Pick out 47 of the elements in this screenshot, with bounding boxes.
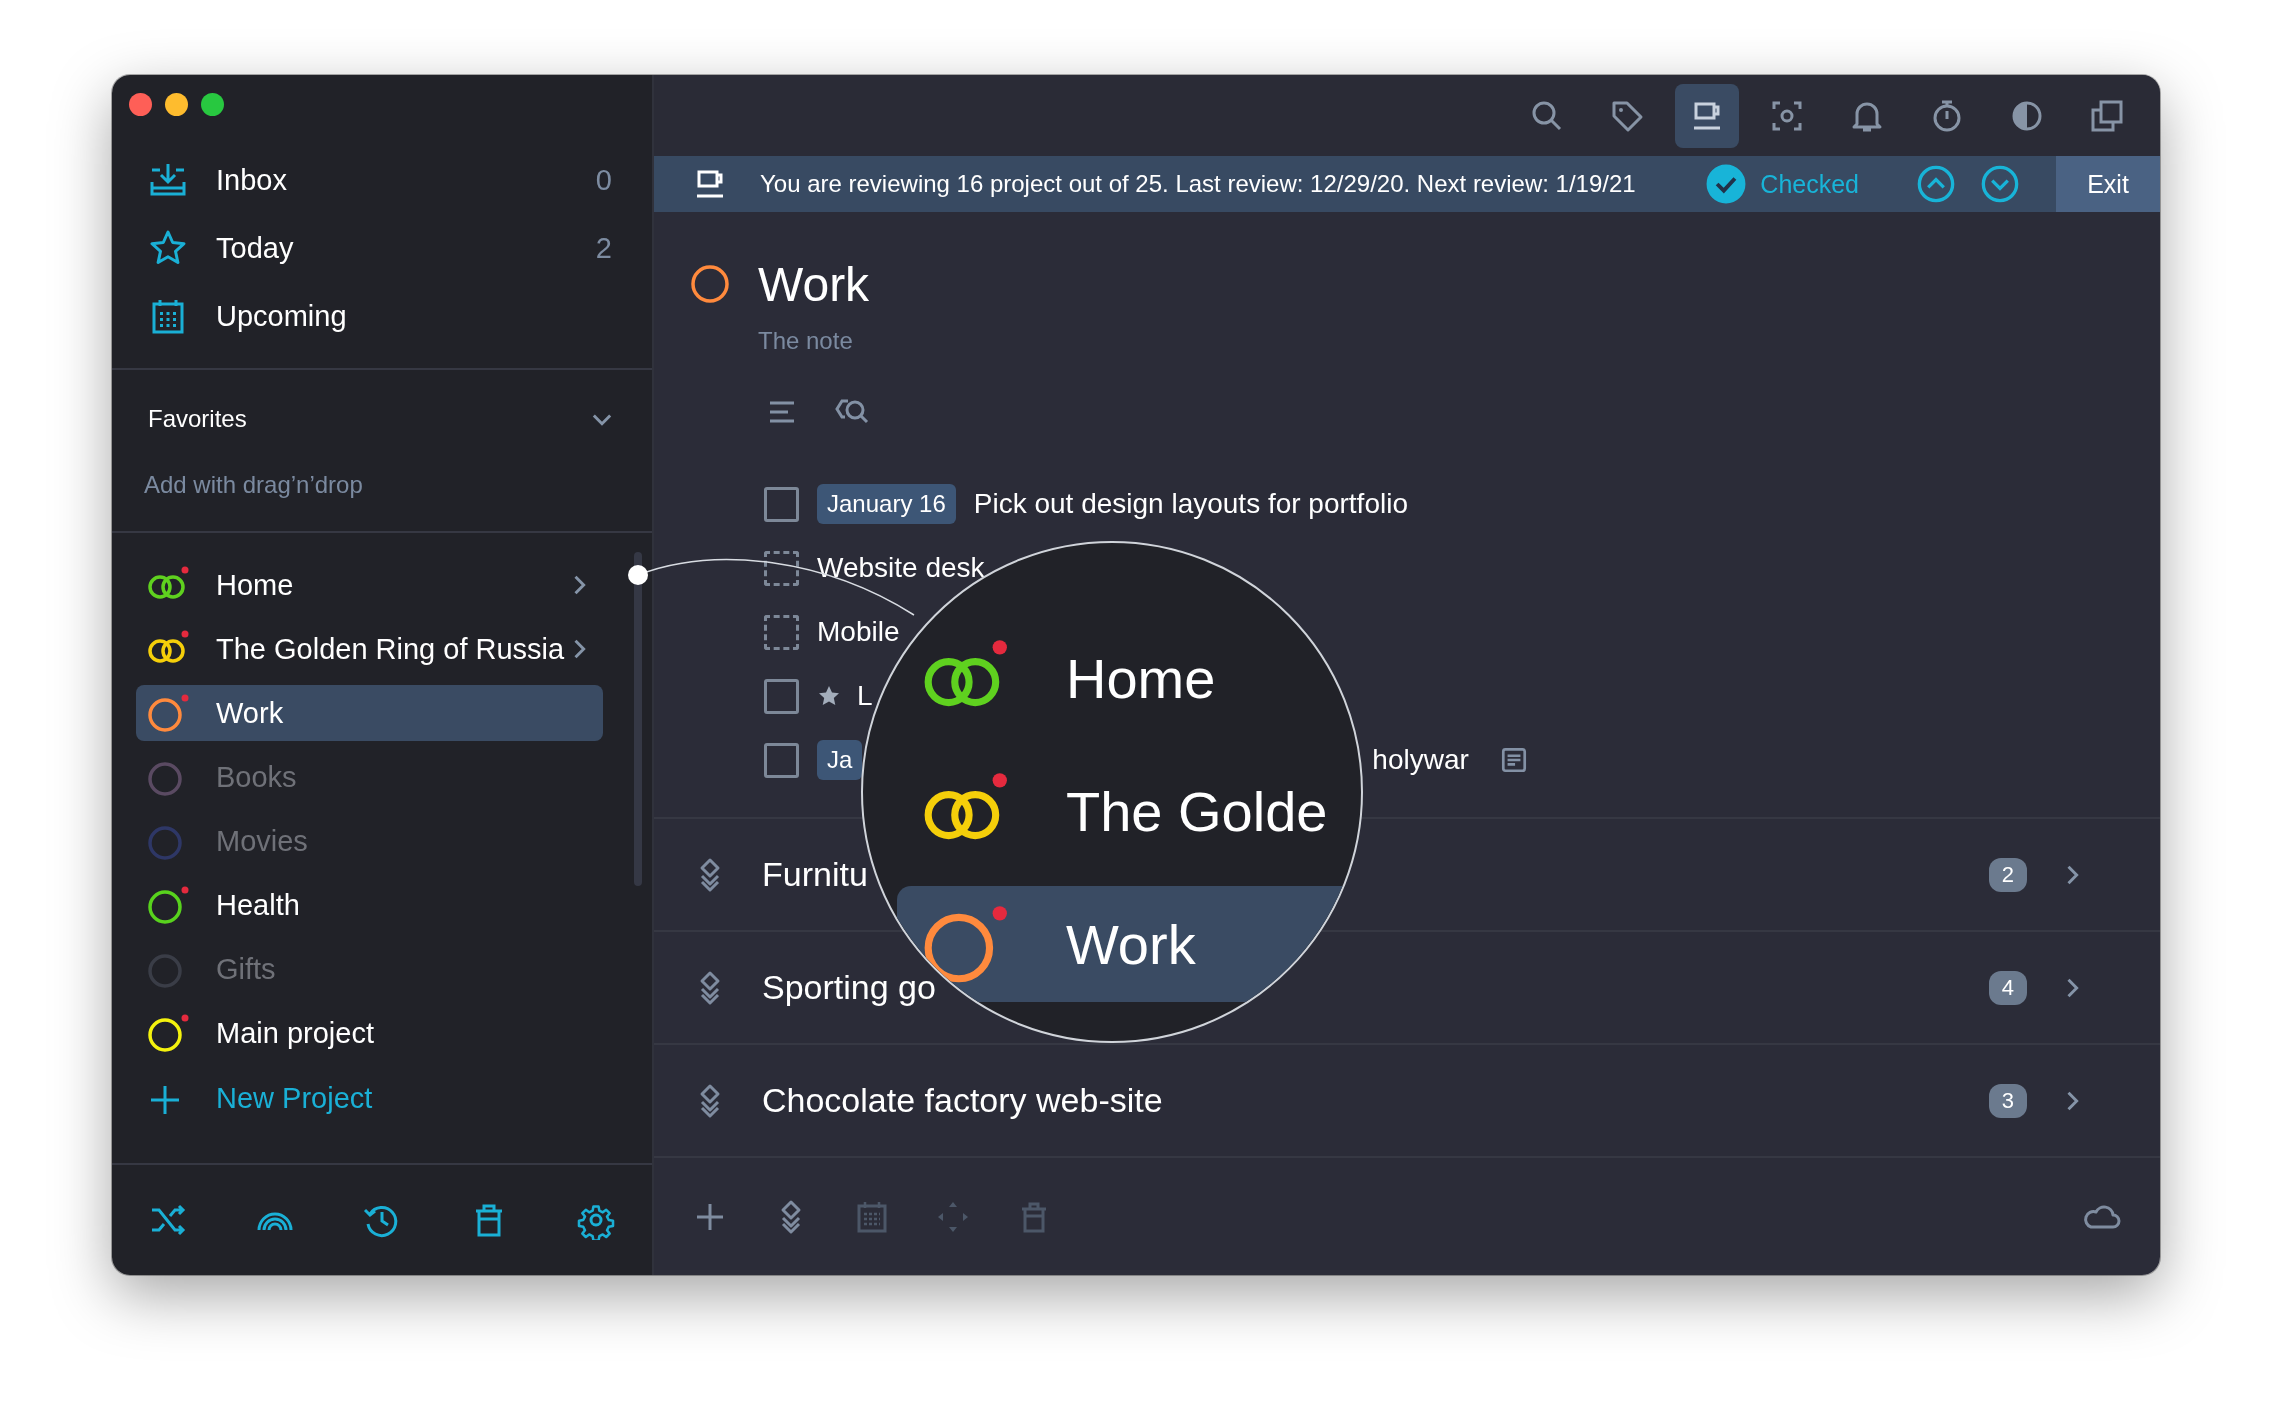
date-badge: January 16: [817, 484, 956, 524]
new-project-button[interactable]: New Project: [136, 1070, 603, 1126]
next-icon[interactable]: [1980, 164, 2020, 204]
task-title: L: [857, 680, 873, 712]
nav-item[interactable]: Today 2: [112, 214, 652, 282]
zoom-button[interactable]: [201, 92, 224, 116]
count-badge: 2: [1988, 857, 2027, 892]
project-item[interactable]: Health: [136, 877, 603, 933]
project-item[interactable]: Work: [136, 685, 603, 741]
favorites-hint: Add with drag’n’drop: [144, 470, 364, 500]
count-badge: 3: [1988, 1083, 2027, 1118]
ring-icon: [688, 262, 732, 306]
checked-button[interactable]: Checked: [1706, 164, 1859, 204]
project-title: Furnitu: [762, 855, 868, 894]
date-badge: Ja: [817, 740, 863, 780]
checkbox[interactable]: [764, 486, 799, 522]
task-title: holywar: [1372, 744, 1469, 776]
task-title: Mobile: [817, 616, 900, 648]
close-button[interactable]: [129, 92, 152, 116]
review-button[interactable]: [1675, 83, 1739, 148]
item-count: 0: [595, 163, 612, 197]
item-count: 2: [595, 231, 612, 265]
project-title: Chocolate factory web-site: [762, 1081, 1163, 1120]
ring-icon: [146, 693, 190, 733]
previous-icon[interactable]: [1916, 164, 1956, 204]
checkbox[interactable]: [764, 550, 799, 586]
minimize-button[interactable]: [165, 92, 188, 116]
checkbox[interactable]: [764, 614, 799, 650]
project-item[interactable]: Home: [136, 557, 603, 613]
scrollbar[interactable]: [634, 552, 642, 886]
checkbox[interactable]: [764, 678, 799, 714]
project-item[interactable]: Main project: [136, 1005, 603, 1061]
exit-button[interactable]: Exit: [2056, 156, 2160, 212]
task-title: Pick out design layouts for portfolio: [973, 488, 1408, 520]
nav-item[interactable]: Inbox 0: [112, 146, 652, 214]
task-title: Website desk: [817, 552, 985, 584]
project-row[interactable]: Chocolate factory web-site 3: [654, 1045, 2160, 1158]
nav-item[interactable]: Upcoming: [112, 282, 652, 350]
count-badge: 4: [1988, 970, 2027, 1005]
ring-icon: [146, 1013, 190, 1053]
project-title: Work: [758, 256, 870, 312]
checkbox[interactable]: [764, 742, 799, 778]
project-note: The note: [758, 326, 854, 356]
section-title: Favorites: [148, 405, 247, 433]
project-item[interactable]: The Golden Ring of Russia: [136, 621, 603, 677]
review-message: You are reviewing 16 project out of 25. Last review: 12/29/20. Next review: 1/19/21: [760, 170, 1637, 198]
ring-icon: [146, 885, 190, 925]
